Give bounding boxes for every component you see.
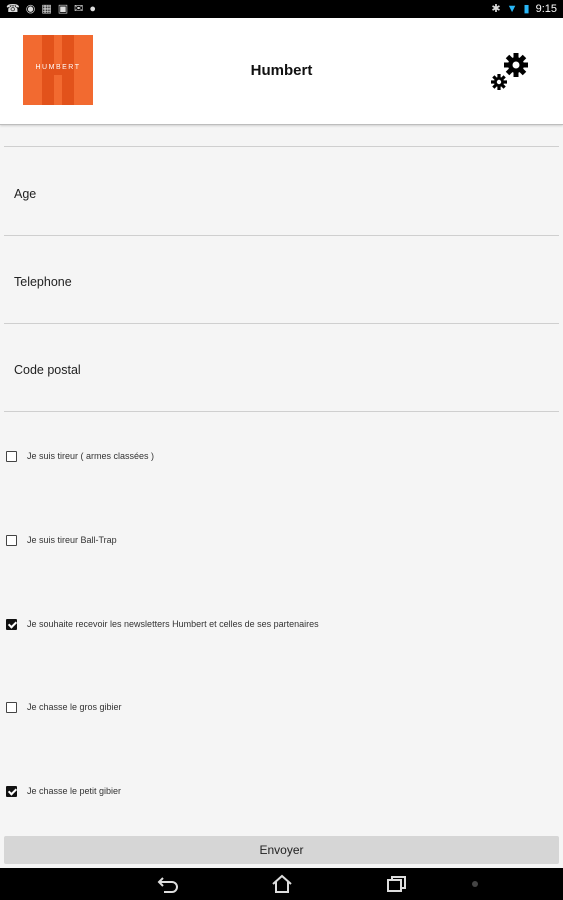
email-icon: ✉ xyxy=(74,2,84,15)
settings-gear-icon[interactable] xyxy=(489,50,533,94)
bluetooth-icon: ✱ xyxy=(491,2,501,15)
status-notifications: ☎ ◉ ▦ ▣ ✉ ● xyxy=(6,2,96,15)
image-icon: ▦ xyxy=(41,2,52,15)
status-system: ✱ ▼ ▮ 9:15 xyxy=(491,3,557,15)
checkbox-label: Je chasse le petit gibier xyxy=(27,786,122,796)
wifi-icon: ▼ xyxy=(506,2,518,15)
postal-code-label: Code postal xyxy=(14,363,81,377)
status-time: 9:15 xyxy=(535,3,557,15)
checkbox-box[interactable] xyxy=(6,785,17,797)
checkbox-label: Je souhaite recevoir les newsletters Hum… xyxy=(27,619,319,629)
telephone-field[interactable]: Telephone xyxy=(4,235,559,324)
status-bar: ☎ ◉ ▦ ▣ ✉ ● ✱ ▼ ▮ 9:15 xyxy=(0,0,563,18)
age-label: Age xyxy=(14,187,37,201)
age-field[interactable]: Age xyxy=(4,147,559,236)
system-nav-bar xyxy=(0,868,563,900)
app-header: HUMBERT Humbert xyxy=(0,18,563,125)
chat-icon: ● xyxy=(89,2,96,15)
checkbox-box[interactable] xyxy=(6,450,17,462)
checkbox-box[interactable] xyxy=(6,534,17,546)
checkbox-gros-gibier[interactable]: Je chasse le gros gibier xyxy=(6,697,122,717)
checkbox-label: Je suis tireur ( armes classées ) xyxy=(27,451,155,461)
page-title: Humbert xyxy=(250,62,313,79)
telephone-label: Telephone xyxy=(14,275,72,289)
battery-icon: ▮ xyxy=(523,2,530,15)
globe-icon: ◉ xyxy=(25,2,36,15)
checkbox-label: Je suis tireur Ball-Trap xyxy=(27,535,117,545)
checkbox-tireur-armes[interactable]: Je suis tireur ( armes classées ) xyxy=(6,446,154,466)
postal-code-field[interactable]: Code postal xyxy=(4,323,559,412)
checkbox-petit-gibier[interactable]: Je chasse le petit gibier xyxy=(6,781,121,801)
checkbox-ball-trap[interactable]: Je suis tireur Ball-Trap xyxy=(6,530,117,550)
checkbox-box[interactable] xyxy=(6,701,17,713)
recent-apps-icon[interactable] xyxy=(383,873,409,895)
checkbox-box[interactable] xyxy=(6,618,17,630)
whatsapp-icon: ☎ xyxy=(6,2,20,15)
back-icon[interactable] xyxy=(155,873,181,895)
gallery-icon: ▣ xyxy=(57,2,69,15)
submit-button[interactable]: Envoyer xyxy=(4,836,559,864)
checkbox-label: Je chasse le gros gibier xyxy=(27,702,122,712)
checkbox-newsletters[interactable]: Je souhaite recevoir les newsletters Hum… xyxy=(6,614,319,634)
menu-dot-icon xyxy=(472,881,478,887)
home-icon[interactable] xyxy=(269,873,295,895)
